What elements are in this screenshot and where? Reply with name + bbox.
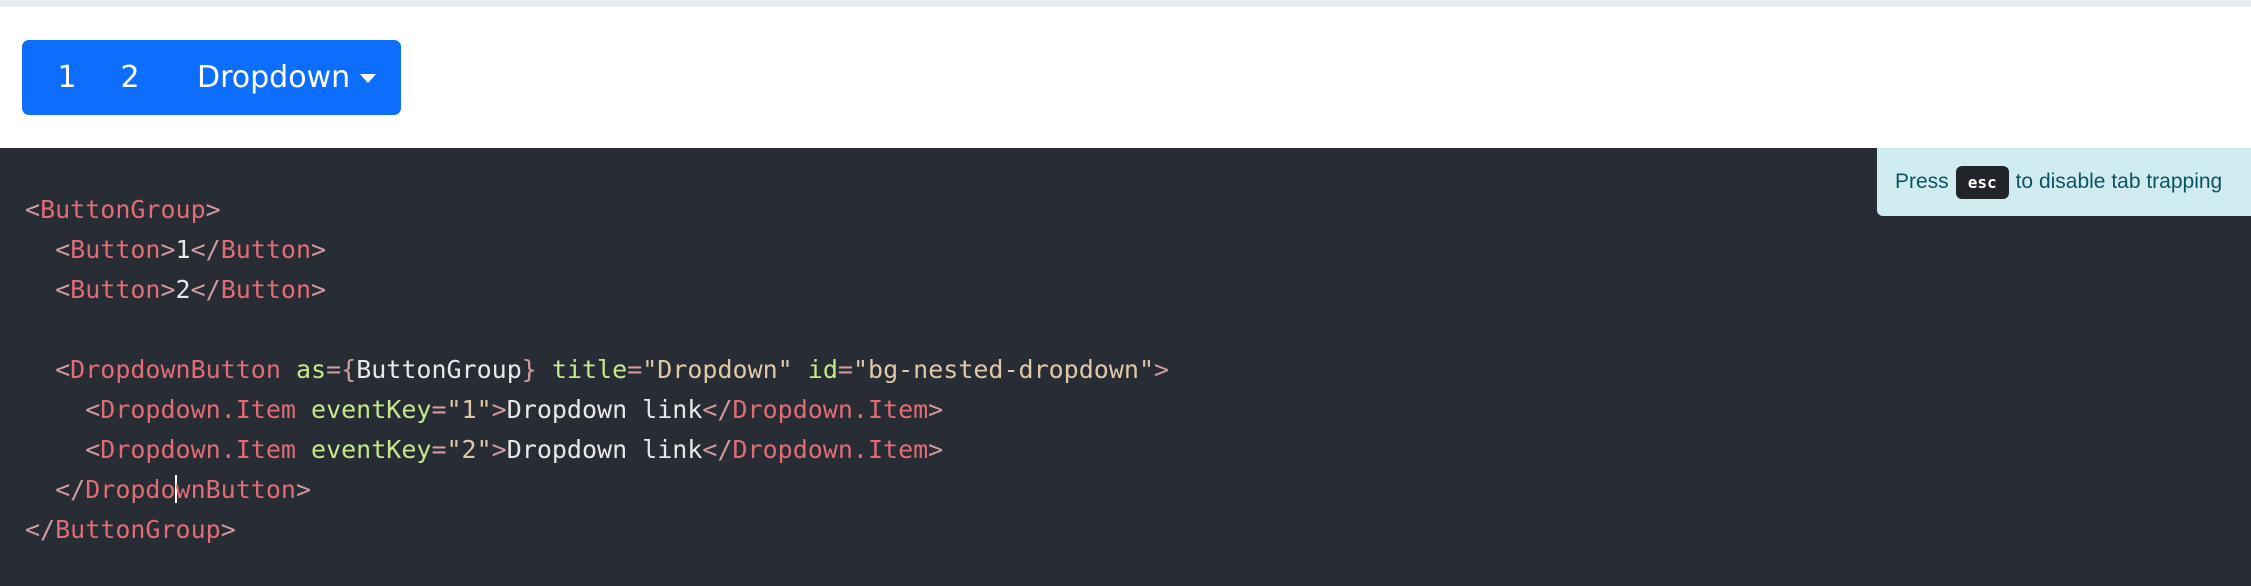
esc-key-badge: esc bbox=[1955, 165, 2009, 199]
hint-suffix: to disable tab trapping bbox=[2015, 170, 2223, 193]
button-1[interactable]: 1 bbox=[22, 40, 102, 115]
tab-trapping-hint: Press esc to disable tab trapping bbox=[1877, 148, 2251, 216]
code-line-8: </DropdownButton> bbox=[55, 475, 312, 504]
code-line-2: <Button>1</Button> bbox=[55, 235, 327, 264]
code-block[interactable]: <ButtonGroup> <Button>1</Button> <Button… bbox=[25, 190, 1169, 550]
button-group: 1 2 Dropdown bbox=[22, 40, 402, 115]
example-preview: 1 2 Dropdown bbox=[0, 7, 2251, 148]
dropdown-label: Dropdown bbox=[197, 60, 351, 95]
code-line-1: <ButtonGroup> bbox=[25, 195, 221, 224]
code-line-9: </ButtonGroup> bbox=[25, 515, 236, 544]
code-line-5: <DropdownButton as={ButtonGroup} title="… bbox=[55, 355, 1170, 384]
dropdown-button[interactable]: Dropdown bbox=[158, 40, 401, 115]
code-line-3: <Button>2</Button> bbox=[55, 275, 327, 304]
top-divider bbox=[0, 0, 2251, 7]
button-2[interactable]: 2 bbox=[102, 40, 158, 115]
caret-down-icon bbox=[360, 74, 377, 83]
code-line-6: <Dropdown.Item eventKey="1">Dropdown lin… bbox=[85, 395, 944, 424]
hint-prefix: Press bbox=[1895, 170, 1949, 193]
code-line-7: <Dropdown.Item eventKey="2">Dropdown lin… bbox=[85, 435, 944, 464]
